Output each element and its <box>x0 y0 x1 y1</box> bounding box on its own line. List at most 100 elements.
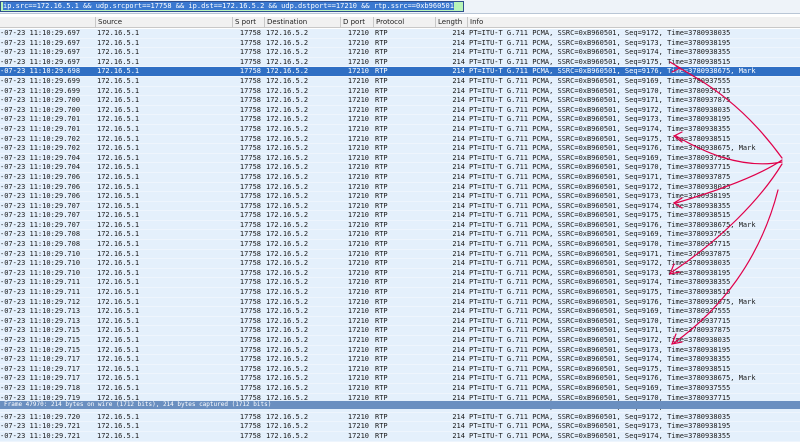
packet-row[interactable]: -07-23 11:10:29.710 172.16.5.1 17758 172.16… <box>0 259 800 269</box>
packet-length: 214 <box>452 412 465 421</box>
packet-row[interactable]: -07-23 11:10:29.713 172.16.5.1 17758 172.16… <box>0 316 800 327</box>
column-header-protocol[interactable]: Protocol <box>373 17 435 27</box>
packet-time: -07-23 11:10:29.704 <box>0 163 81 172</box>
packet-row[interactable]: -07-23 11:10:29.717 172.16.5.1 17758 172.16… <box>0 374 800 384</box>
packet-row[interactable]: -07-23 11:10:29.706 172.16.5.1 17758 172.16… <box>0 182 800 193</box>
packet-row[interactable]: -07-23 11:10:29.715 172.16.5.1 17758 172.16… <box>0 326 800 336</box>
packet-protocol: RTP <box>375 249 388 258</box>
packet-row[interactable]: -07-23 11:10:29.718 172.16.5.1 17758 172.16… <box>0 383 800 394</box>
packet-row[interactable]: -07-23 11:10:29.717 172.16.5.1 17758 172.16… <box>0 364 800 375</box>
packet-row[interactable]: -07-23 11:10:29.701 172.16.5.1 17758 172.16… <box>0 115 800 125</box>
packet-protocol: RTP <box>375 374 388 383</box>
packet-info: PT=ITU-T G.711 PCMA, SSRC=0xB960501, Seq… <box>469 163 731 172</box>
packet-protocol: RTP <box>375 355 388 364</box>
display-filter-input[interactable]: ip.src==172.16.5.1 && udp.srcport==17758… <box>0 1 464 12</box>
packet-protocol: RTP <box>375 431 388 440</box>
packet-row[interactable]: -07-23 11:10:29.706 172.16.5.1 17758 172.16… <box>0 192 800 202</box>
packet-time: -07-23 11:10:29.715 <box>0 345 81 354</box>
packet-row[interactable]: -07-23 11:10:29.712 172.16.5.1 17758 172.16… <box>0 297 800 308</box>
packet-length: 214 <box>452 38 465 47</box>
packet-source: 172.16.5.1 <box>97 259 140 268</box>
packet-length: 214 <box>452 355 465 364</box>
packet-dport: 17210 <box>347 345 369 354</box>
packet-destination: 172.16.5.2 <box>266 288 309 297</box>
status-bar-text: Frame 47970: 214 bytes on wire (1712 bit… <box>4 401 272 408</box>
packet-sport: 17758 <box>239 144 261 153</box>
column-header-length[interactable]: Length <box>435 17 467 27</box>
packet-row[interactable]: -07-23 11:10:29.707 172.16.5.1 17758 172.16… <box>0 220 800 231</box>
packet-dport: 17210 <box>347 249 369 258</box>
packet-protocol: RTP <box>375 326 388 335</box>
packet-info: PT=ITU-T G.711 PCMA, SSRC=0xB960501, Seq… <box>469 48 731 57</box>
packet-destination: 172.16.5.2 <box>266 220 309 229</box>
packet-source: 172.16.5.1 <box>97 105 140 114</box>
packet-row[interactable]: -07-23 11:10:29.697 172.16.5.1 17758 172.16… <box>0 38 800 49</box>
packet-dport: 17210 <box>347 29 369 37</box>
packet-source: 172.16.5.1 <box>97 115 140 124</box>
packet-row[interactable]: -07-23 11:10:29.700 172.16.5.1 17758 172.16… <box>0 105 800 116</box>
packet-destination: 172.16.5.2 <box>266 336 309 344</box>
packet-protocol: RTP <box>375 259 388 268</box>
packet-length: 214 <box>452 105 465 114</box>
packet-destination: 172.16.5.2 <box>266 422 309 431</box>
packet-length: 214 <box>452 211 465 220</box>
packet-row[interactable]: -07-23 11:10:29.717 172.16.5.1 17758 172.16… <box>0 355 800 365</box>
packet-info: PT=ITU-T G.711 PCMA, SSRC=0xB960501, Seq… <box>469 307 731 316</box>
packet-length: 214 <box>452 115 465 124</box>
packet-dport: 17210 <box>347 211 369 220</box>
packet-row[interactable]: -07-23 11:10:29.700 172.16.5.1 17758 172.16… <box>0 96 800 106</box>
packet-row[interactable]: -07-23 11:10:29.702 172.16.5.1 17758 172.16… <box>0 144 800 154</box>
packet-row[interactable]: -07-23 11:10:29.704 172.16.5.1 17758 172.16… <box>0 153 800 164</box>
packet-length: 214 <box>452 240 465 249</box>
packet-source: 172.16.5.1 <box>97 383 140 392</box>
status-bar: Frame 47970: 214 bytes on wire (1712 bit… <box>0 401 800 409</box>
packet-source: 172.16.5.1 <box>97 201 140 210</box>
column-header-dport[interactable]: D port <box>340 17 373 27</box>
packet-row[interactable]: -07-23 11:10:29.706 172.16.5.1 17758 172.16… <box>0 172 800 183</box>
packet-row[interactable]: -07-23 11:10:29.708 172.16.5.1 17758 172.16… <box>0 240 800 250</box>
packet-row[interactable]: -07-23 11:10:29.711 172.16.5.1 17758 172.16… <box>0 278 800 289</box>
packet-length: 214 <box>452 288 465 297</box>
packet-row[interactable]: -07-23 11:10:29.701 172.16.5.1 17758 172.16… <box>0 124 800 135</box>
packet-row[interactable]: -07-23 11:10:29.702 172.16.5.1 17758 172.16… <box>0 134 800 145</box>
packet-row[interactable]: -07-23 11:10:29.707 172.16.5.1 17758 172.16… <box>0 201 800 212</box>
packet-sport: 17758 <box>239 48 261 57</box>
packet-source: 172.16.5.1 <box>97 220 140 229</box>
packet-time: -07-23 11:10:29.710 <box>0 268 81 277</box>
packet-sport: 17758 <box>239 297 261 306</box>
packet-row[interactable]: -07-23 11:10:29.715 172.16.5.1 17758 172.16… <box>0 345 800 356</box>
column-header-info[interactable]: Info <box>467 17 800 27</box>
packet-row[interactable]: -07-23 11:10:29.697 172.16.5.1 17758 172.16… <box>0 29 800 39</box>
packet-row[interactable]: -07-23 11:10:29.715 172.16.5.1 17758 172.16… <box>0 336 800 346</box>
packet-sport: 17758 <box>239 192 261 201</box>
display-filter-bar: ip.src==172.16.5.1 && udp.srcport==17758… <box>0 0 800 14</box>
column-header-destination[interactable]: Destination <box>264 17 340 27</box>
packet-sport: 17758 <box>239 96 261 105</box>
packet-row[interactable]: -07-23 11:10:29.721 172.16.5.1 17758 172.16… <box>0 422 800 432</box>
packet-row[interactable]: -07-23 11:10:29.713 172.16.5.1 17758 172.16… <box>0 307 800 317</box>
packet-row[interactable]: -07-23 11:10:29.710 172.16.5.1 17758 172.16… <box>0 249 800 260</box>
packet-row[interactable]: -07-23 11:10:29.707 172.16.5.1 17758 172.16… <box>0 211 800 221</box>
packet-row-selected[interactable]: -07-23 11:10:29.698 172.16.5.1 17758 172.16… <box>0 67 800 77</box>
packet-dport: 17210 <box>347 374 369 383</box>
packet-row[interactable]: -07-23 11:10:29.699 172.16.5.1 17758 172.16… <box>0 86 800 97</box>
packet-row[interactable]: -07-23 11:10:29.708 172.16.5.1 17758 172.16… <box>0 230 800 241</box>
packet-row[interactable]: -07-23 11:10:29.721 172.16.5.1 17758 172.16… <box>0 431 800 442</box>
column-header-source[interactable]: Source <box>95 17 232 27</box>
column-header-sport[interactable]: S port <box>232 17 264 27</box>
packet-row[interactable]: -07-23 11:10:29.697 172.16.5.1 17758 172.16… <box>0 57 800 68</box>
packet-protocol: RTP <box>375 192 388 201</box>
packet-sport: 17758 <box>239 67 261 76</box>
packet-source: 172.16.5.1 <box>97 76 140 85</box>
packet-row[interactable]: -07-23 11:10:29.697 172.16.5.1 17758 172.16… <box>0 48 800 58</box>
packet-dport: 17210 <box>347 48 369 57</box>
packet-destination: 172.16.5.2 <box>266 374 309 383</box>
packet-length: 214 <box>452 134 465 143</box>
packet-row[interactable]: -07-23 11:10:29.699 172.16.5.1 17758 172.16… <box>0 76 800 87</box>
packet-dport: 17210 <box>347 278 369 287</box>
packet-row[interactable]: -07-23 11:10:29.704 172.16.5.1 17758 172.16… <box>0 163 800 173</box>
packet-row[interactable]: -07-23 11:10:29.710 172.16.5.1 17758 172.16… <box>0 268 800 279</box>
packet-row[interactable]: -07-23 11:10:29.711 172.16.5.1 17758 172.16… <box>0 288 800 298</box>
packet-row[interactable]: -07-23 11:10:29.720 172.16.5.1 17758 172.16… <box>0 412 800 423</box>
packet-destination: 172.16.5.2 <box>266 345 309 354</box>
